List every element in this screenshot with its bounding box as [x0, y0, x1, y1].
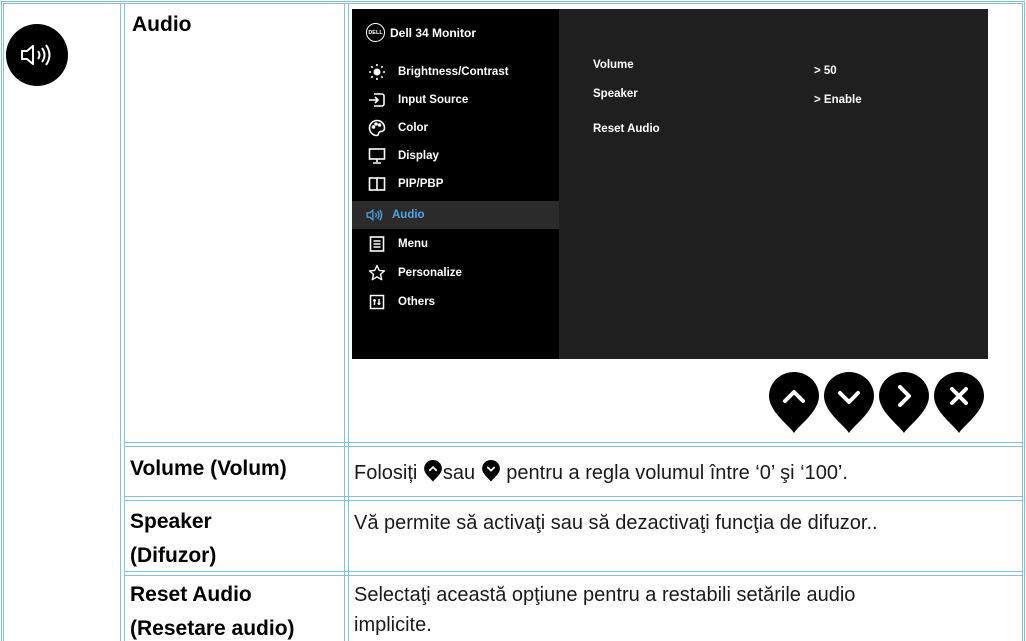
col-divider-1 [120, 3, 121, 641]
row-divider-2b [124, 500, 1023, 501]
audio-section-icon [6, 24, 68, 86]
menu-item-pip-pbp[interactable]: PIP/PBP [352, 170, 559, 198]
setting-speaker-value[interactable]: > Enable [814, 94, 862, 106]
term-volume: Volume (Volum) [130, 457, 287, 480]
display-icon [368, 147, 386, 165]
menu-item-label: Others [398, 296, 436, 308]
setting-volume-label[interactable]: Volume [593, 59, 634, 71]
color-palette-icon [368, 119, 386, 137]
menu-item-menu[interactable]: Menu [352, 230, 559, 258]
osd-menu: DELL Dell 34 Monitor Brightness/Contrast… [352, 9, 988, 359]
others-icon [368, 293, 386, 311]
menu-item-input-source[interactable]: Input Source [352, 86, 559, 114]
desc-volume-part3: pentru a regla volumul între ‘0’ şi ‘100… [500, 462, 848, 484]
menu-item-label: Display [398, 150, 439, 162]
input-source-icon [368, 91, 386, 109]
dell-logo: DELL [366, 23, 385, 42]
row-divider-3b [124, 575, 1023, 576]
star-icon [368, 264, 386, 282]
menu-item-label: Personalize [398, 267, 462, 279]
down-arrow-icon[interactable] [823, 372, 875, 434]
menu-item-label: Audio [392, 209, 425, 221]
setting-reset-audio-label[interactable]: Reset Audio [593, 123, 660, 135]
col-divider-2b [348, 3, 349, 641]
osd-brand: DELL Dell 34 Monitor [366, 23, 476, 42]
speaker-icon [366, 206, 384, 224]
menu-item-label: Color [398, 122, 429, 134]
menu-item-color[interactable]: Color [352, 114, 559, 142]
row-divider-2 [124, 496, 1023, 497]
osd-brand-label: Dell 34 Monitor [390, 25, 477, 40]
speaker-icon [21, 44, 51, 66]
desc-volume: Folosiți sau pentru a regla volumul într… [354, 460, 848, 485]
menu-item-others[interactable]: Others [352, 288, 559, 316]
section-heading: Audio [132, 13, 192, 36]
row-divider-1b [124, 446, 1023, 447]
desc-volume-part2: sau [442, 462, 481, 484]
osd-settings-panel: Volume > 50 Speaker > Enable Reset Audio [559, 9, 988, 359]
setting-volume-value[interactable]: > 50 [814, 65, 837, 77]
term-reset-audio-line2: (Resetare audio) [130, 617, 295, 640]
right-arrow-icon[interactable] [878, 372, 930, 434]
menu-icon [368, 235, 386, 253]
osd-menu-list: DELL Dell 34 Monitor Brightness/Contrast… [352, 9, 559, 359]
pip-icon [368, 175, 386, 193]
menu-item-label: Menu [398, 238, 429, 250]
close-icon[interactable] [933, 372, 985, 434]
col-divider-1b [124, 3, 125, 641]
col-divider-2 [344, 3, 345, 641]
menu-item-label: Input Source [398, 94, 469, 106]
brightness-icon [368, 63, 386, 81]
desc-speaker: Vă permite să activaţi sau să dezactivaţ… [354, 512, 878, 534]
up-arrow-icon [424, 460, 442, 482]
down-arrow-icon [481, 460, 500, 482]
menu-item-brightness-contrast[interactable]: Brightness/Contrast [352, 58, 559, 86]
up-arrow-icon[interactable] [768, 372, 820, 434]
menu-item-display[interactable]: Display [352, 142, 559, 170]
term-speaker-line1: Speaker [130, 510, 212, 533]
menu-item-label: Brightness/Contrast [398, 66, 509, 78]
setting-speaker-label[interactable]: Speaker [593, 88, 638, 100]
term-speaker-line2: (Difuzor) [130, 544, 217, 567]
row-divider-3 [124, 571, 1023, 572]
menu-item-label: PIP/PBP [398, 178, 444, 190]
menu-item-audio[interactable]: Audio [352, 201, 559, 229]
desc-reset-audio-line1: Selectaţi această opţiune pentru a resta… [354, 584, 856, 606]
menu-item-personalize[interactable]: Personalize [352, 259, 559, 287]
desc-reset-audio-line2: implicite. [354, 614, 432, 636]
term-reset-audio-line1: Reset Audio [130, 583, 252, 606]
row-divider-1 [124, 442, 1023, 443]
desc-volume-part1: Folosiți [354, 462, 423, 484]
